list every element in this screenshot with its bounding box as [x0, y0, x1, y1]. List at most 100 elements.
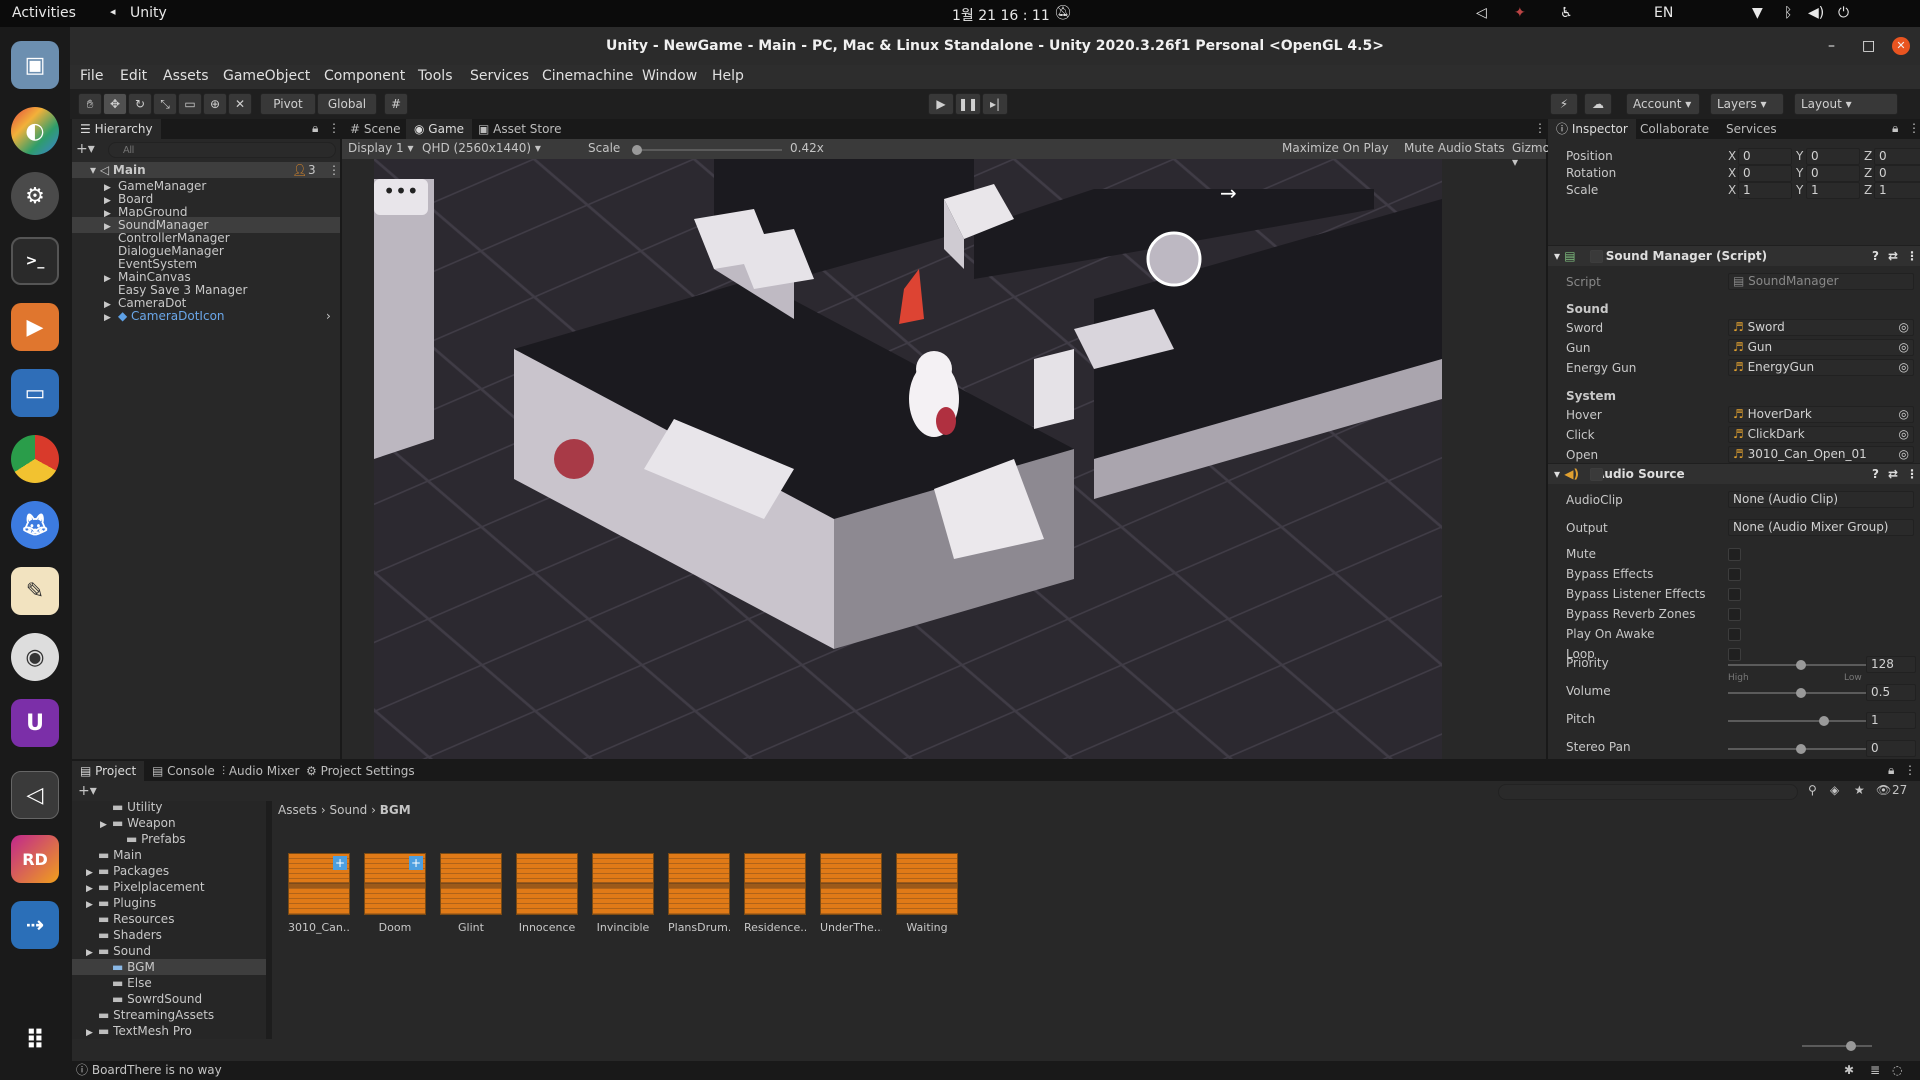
audioclip-field[interactable]: None (Audio Clip): [1728, 491, 1914, 508]
move-tool-icon[interactable]: ✥: [103, 93, 127, 115]
icon-size-slider-knob[interactable]: [1846, 1041, 1856, 1051]
tab-collaborate[interactable]: Collaborate: [1632, 119, 1717, 139]
toggle-checkbox[interactable]: [1728, 648, 1741, 661]
project-lock-icon[interactable]: 🔒︎: [1888, 763, 1894, 778]
scale-slider[interactable]: [632, 145, 782, 155]
audio-asset[interactable]: PlansDrum...: [668, 853, 730, 934]
scene-menu-icon[interactable]: ⋮: [328, 162, 340, 178]
preset-icon[interactable]: ⇄: [1888, 246, 1898, 266]
script-field[interactable]: ▤ SoundManager: [1728, 273, 1914, 290]
preset-icon[interactable]: ⇄: [1888, 464, 1898, 484]
hand-tool-icon[interactable]: ✋︎: [78, 93, 102, 115]
display-dropdown[interactable]: Display 1 ▾: [348, 141, 414, 155]
icon-size-slider[interactable]: [1802, 1041, 1872, 1051]
transform-position-field[interactable]: 0: [1806, 148, 1860, 165]
transform-scale-field[interactable]: 1: [1874, 182, 1920, 199]
breadcrumb-sound[interactable]: Sound: [330, 803, 368, 817]
inspector-lock-icon[interactable]: 🔒︎: [1892, 121, 1898, 136]
dock-settings-icon[interactable]: ⚙: [11, 172, 59, 220]
menu-assets[interactable]: Assets: [163, 68, 209, 84]
dock-chrome-icon[interactable]: [11, 435, 59, 483]
object-picker-icon[interactable]: ◎: [1899, 340, 1909, 355]
app-menu[interactable]: Unity: [130, 5, 167, 21]
folder-tree-item[interactable]: ▬ Utility: [72, 801, 268, 815]
folder-tree-item[interactable]: ▶ ▬ Sound: [72, 943, 268, 959]
project-search-input[interactable]: [1498, 784, 1798, 800]
cloud-icon[interactable]: ☁: [1584, 93, 1612, 115]
object-picker-icon[interactable]: ◎: [1899, 407, 1909, 422]
pause-button[interactable]: ❚❚: [955, 93, 981, 115]
transform-rotation-field[interactable]: 0: [1738, 165, 1792, 182]
tab-game[interactable]: ◉ Game: [406, 119, 473, 139]
maximize-on-play-toggle[interactable]: Maximize On Play: [1282, 141, 1389, 155]
toggle-checkbox[interactable]: [1728, 588, 1741, 601]
transform-rotation-field[interactable]: 0: [1874, 165, 1920, 182]
menu-component[interactable]: Component: [324, 68, 405, 84]
foldout-arrow-icon[interactable]: ▶: [86, 1025, 98, 1039]
clock[interactable]: 1월 21 16 : 11: [952, 5, 1050, 25]
help-icon[interactable]: ?: [1872, 246, 1879, 266]
project-kebab-icon[interactable]: ⋮: [1904, 763, 1916, 777]
stereo-pan-slider-knob[interactable]: [1796, 744, 1806, 754]
game-menu-icon[interactable]: •••: [374, 179, 428, 215]
power-icon[interactable]: ⏻: [1838, 5, 1849, 21]
object-picker-icon[interactable]: ◎: [1899, 320, 1909, 335]
play-button[interactable]: ▶: [928, 93, 954, 115]
priority-field[interactable]: 128: [1866, 656, 1916, 673]
dock-browser-icon[interactable]: ◐: [11, 107, 59, 155]
volume-slider-knob[interactable]: [1796, 688, 1806, 698]
folder-tree-item[interactable]: ▬ StreamingAssets: [72, 1007, 268, 1023]
menu-gameobject[interactable]: GameObject: [223, 68, 310, 84]
object-picker-icon[interactable]: ◎: [1899, 427, 1909, 442]
kebab-icon[interactable]: ⋮: [328, 121, 340, 135]
add-icon[interactable]: +: [409, 856, 423, 870]
activities-button[interactable]: Activities: [12, 5, 76, 21]
breadcrumb-bgm[interactable]: BGM: [380, 803, 411, 817]
dock-tool-icon[interactable]: ⇢: [11, 901, 59, 949]
audio-asset[interactable]: Invincible: [592, 853, 654, 934]
tab-hierarchy[interactable]: ☰ Hierarchy: [72, 119, 161, 139]
output-field[interactable]: None (Audio Mixer Group): [1728, 519, 1914, 536]
close-icon[interactable]: ✕: [1892, 37, 1910, 55]
volume-slider[interactable]: [1728, 688, 1874, 698]
stats-toggle[interactable]: Stats: [1474, 141, 1505, 155]
object-picker-icon[interactable]: ◎: [1899, 447, 1909, 462]
pitch-slider[interactable]: [1728, 716, 1874, 726]
audio-asset[interactable]: + Doom: [364, 853, 426, 934]
tab-audio-mixer[interactable]: ⫶ Audio Mixer: [214, 761, 308, 781]
tab-asset-store[interactable]: ▣ Asset Store: [470, 119, 570, 139]
transform-position-field[interactable]: 0: [1874, 148, 1920, 165]
status-message[interactable]: BoardThere is no way: [92, 1063, 222, 1077]
game-next-arrow-icon[interactable]: →: [1220, 181, 1250, 211]
lock-icon[interactable]: 🔒︎: [312, 121, 318, 136]
collab-icon[interactable]: ⚡: [1550, 93, 1578, 115]
volume-field[interactable]: 0.5: [1866, 684, 1916, 701]
audio-clip-field[interactable]: ♬ Sword ◎: [1728, 319, 1914, 336]
audio-clip-field[interactable]: ♬ ClickDark ◎: [1728, 426, 1914, 443]
game-viewport[interactable]: ••• →: [374, 159, 1442, 759]
layers-dropdown[interactable]: Layers ▾: [1710, 93, 1784, 115]
dock-terminal-icon[interactable]: >_: [11, 237, 59, 285]
sound-manager-enabled-checkbox[interactable]: [1590, 250, 1603, 263]
minimize-icon[interactable]: –: [1828, 27, 1835, 65]
folder-tree-item[interactable]: ▬ BGM: [72, 959, 268, 975]
transform-position-field[interactable]: 0: [1738, 148, 1792, 165]
dock-screenshot-icon[interactable]: ▣: [11, 41, 59, 89]
accessibility-icon[interactable]: ♿︎: [1560, 5, 1573, 21]
menu-help[interactable]: Help: [712, 68, 744, 84]
center-kebab-icon[interactable]: ⋮: [1534, 121, 1546, 135]
dock-video-icon[interactable]: ▶: [11, 303, 59, 351]
audio-asset[interactable]: UnderThe...: [820, 853, 882, 934]
bug-icon[interactable]: ✱: [1844, 1061, 1854, 1080]
foldout-arrow-icon[interactable]: ▶: [104, 310, 118, 326]
dock-rider-icon[interactable]: RD: [11, 835, 59, 883]
rect-tool-icon[interactable]: ▭: [178, 93, 202, 115]
search-by-type-icon[interactable]: ⚲: [1808, 783, 1817, 797]
folder-tree-item[interactable]: ▬ Main: [72, 847, 268, 863]
pitch-slider-knob[interactable]: [1819, 716, 1830, 726]
favorite-icon[interactable]: ★: [1854, 783, 1865, 797]
account-dropdown[interactable]: Account ▾: [1626, 93, 1700, 115]
layout-dropdown[interactable]: Layout ▾: [1794, 93, 1898, 115]
audio-source-header[interactable]: ▾ ◀) Audio Source ? ⇄ ⋮: [1548, 463, 1920, 484]
search-by-label-icon[interactable]: ◈: [1830, 783, 1839, 797]
